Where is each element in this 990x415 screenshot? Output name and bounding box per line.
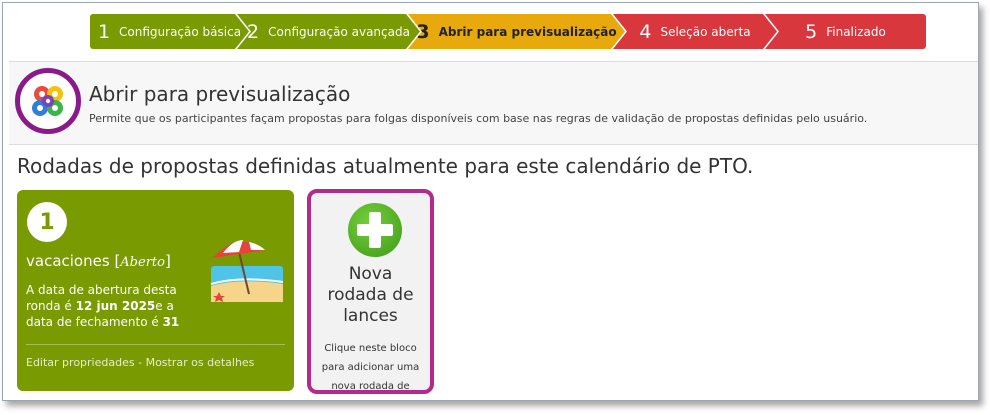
beach-umbrella-icon bbox=[199, 234, 289, 308]
step-number: 4 bbox=[639, 20, 652, 43]
round-description: A data de abertura desta ronda é 12 jun … bbox=[26, 282, 186, 332]
card-divider bbox=[26, 344, 285, 345]
wizard-steps: 1 Configuração básica 2 Configuração ava… bbox=[90, 14, 926, 49]
round-status: [Aberto] bbox=[114, 252, 171, 270]
plus-icon bbox=[348, 203, 402, 257]
lifebuoy-balls-icon bbox=[15, 68, 81, 134]
add-round-title: Nova rodada de lances bbox=[327, 264, 414, 326]
wizard-step-open-preview[interactable]: 3 Abrir para previsualização bbox=[408, 14, 625, 49]
add-round-description: Clique neste bloco para adicionar uma no… bbox=[321, 343, 420, 392]
stage-description: Permite que os participantes façam propo… bbox=[89, 112, 868, 125]
round-links: Editar propriedades - Mostrar os detalhe… bbox=[26, 356, 254, 369]
app-window: 1 Configuração básica 2 Configuração ava… bbox=[2, 2, 979, 401]
stage-title: Abrir para previsualização bbox=[89, 82, 351, 106]
step-label: Finalizado bbox=[826, 24, 886, 39]
step-label: Configuração básica bbox=[119, 24, 242, 39]
rounds-section-title: Rodadas de propostas definidas atualment… bbox=[17, 154, 754, 178]
round-name-text: vacaciones bbox=[26, 252, 110, 270]
show-details-link[interactable]: Mostrar os detalhes bbox=[146, 356, 255, 369]
link-separator: - bbox=[138, 356, 143, 369]
wizard-step-finalized[interactable]: 5 Finalizado bbox=[765, 14, 926, 49]
step-label: Configuração avançada bbox=[268, 24, 410, 39]
step-number: 5 bbox=[805, 20, 818, 43]
edit-properties-link[interactable]: Editar propriedades bbox=[26, 356, 135, 369]
wizard-step-advanced-config[interactable]: 2 Configuração avançada bbox=[237, 14, 420, 49]
add-bid-round-tile[interactable]: Nova rodada de lances Clique neste bloco… bbox=[307, 189, 434, 394]
round-name: vacaciones [Aberto] bbox=[26, 252, 171, 270]
wizard-step-basic-config[interactable]: 1 Configuração básica bbox=[90, 14, 249, 49]
bid-round-card[interactable]: 1 vacaciones [Aberto] A data de abertura… bbox=[17, 190, 294, 391]
wizard-step-open-selection[interactable]: 4 Seleção aberta bbox=[613, 14, 777, 49]
round-number-badge: 1 bbox=[27, 202, 67, 242]
open-date: 12 jun 2025 bbox=[75, 299, 156, 313]
step-number: 1 bbox=[97, 20, 111, 43]
step-label: Seleção aberta bbox=[660, 24, 751, 39]
stage-header: Abrir para previsualização Permite que o… bbox=[9, 61, 978, 145]
step-label: Abrir para previsualização bbox=[438, 24, 617, 39]
round-status-text: Aberto bbox=[120, 255, 165, 270]
